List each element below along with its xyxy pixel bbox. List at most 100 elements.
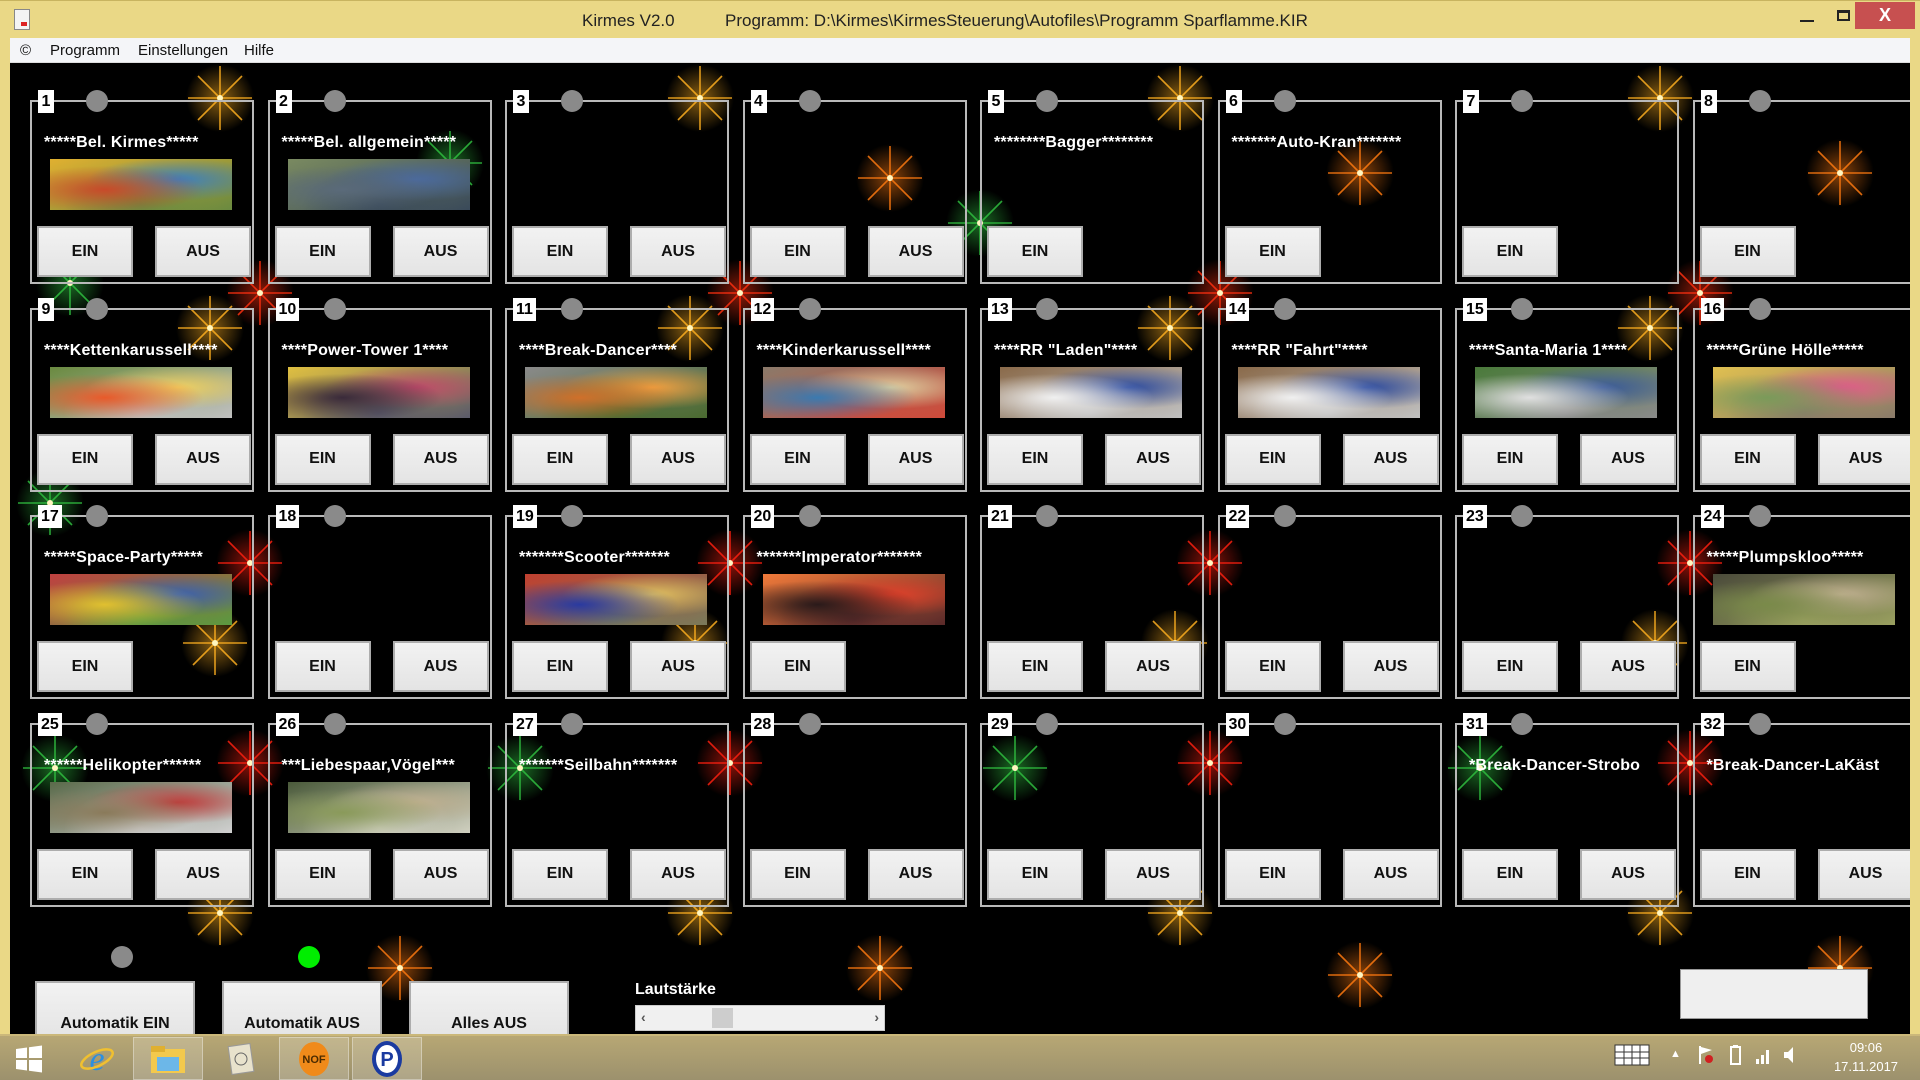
ein-button[interactable]: EIN <box>274 641 371 692</box>
scroll-left-icon[interactable]: ‹ <box>641 1009 646 1025</box>
taskbar-internet-explorer[interactable]: e <box>62 1037 132 1080</box>
ein-button[interactable]: EIN <box>274 433 371 485</box>
ein-button[interactable]: EIN <box>1699 433 1796 485</box>
channel-title: *****Plumpskloo***** <box>1706 549 1864 566</box>
aus-button[interactable]: AUS <box>1342 848 1439 900</box>
channel-status-led <box>323 90 346 112</box>
volume-scrollbar[interactable]: ‹ › <box>635 1005 885 1031</box>
ein-button[interactable]: EIN <box>987 433 1083 485</box>
aus-button[interactable]: AUS <box>867 848 964 900</box>
aus-button[interactable]: AUS <box>1817 848 1910 900</box>
ein-button[interactable]: EIN <box>1699 848 1796 900</box>
action-center-flag-icon[interactable] <box>1697 1044 1715 1070</box>
volume-thumb[interactable] <box>711 1008 733 1028</box>
aus-button[interactable]: AUS <box>1817 433 1910 485</box>
channel-number: 9 <box>38 297 54 321</box>
channel-number: 1 <box>38 90 54 113</box>
ein-button[interactable]: EIN <box>1699 226 1796 277</box>
ein-button[interactable]: EIN <box>987 641 1083 692</box>
channel-number: 10 <box>275 297 300 321</box>
channel-status-led <box>798 297 821 320</box>
ein-button[interactable]: EIN <box>274 848 371 900</box>
automatik-aus-button[interactable]: Automatik AUS <box>222 981 382 1034</box>
aus-button[interactable]: AUS <box>1342 641 1439 692</box>
menu-copyright[interactable]: © <box>20 42 31 59</box>
clock[interactable]: 09:06 17.11.2017 <box>1820 1038 1912 1076</box>
aus-button[interactable]: AUS <box>392 848 489 900</box>
ein-button[interactable]: EIN <box>1462 226 1558 277</box>
aus-button[interactable]: AUS <box>867 226 964 277</box>
aus-button[interactable]: AUS <box>155 848 251 900</box>
ein-button[interactable]: EIN <box>1462 641 1558 692</box>
aus-button[interactable]: AUS <box>1580 641 1676 692</box>
ein-button[interactable]: EIN <box>512 848 608 900</box>
ein-button[interactable]: EIN <box>1462 433 1558 485</box>
aus-button[interactable]: AUS <box>392 433 489 485</box>
menu-hilfe[interactable]: Hilfe <box>244 42 274 59</box>
ein-button[interactable]: EIN <box>512 226 608 277</box>
channel-status-led <box>798 505 821 527</box>
aus-button[interactable]: AUS <box>1342 433 1439 485</box>
channel-status-led <box>323 712 346 735</box>
aus-button[interactable]: AUS <box>1105 433 1201 485</box>
aus-button[interactable]: AUS <box>867 433 964 485</box>
ein-button[interactable]: EIN <box>274 226 371 277</box>
ein-button[interactable]: EIN <box>512 433 608 485</box>
menu-einstellungen[interactable]: Einstellungen <box>138 42 228 59</box>
channel-status-led <box>1511 505 1533 527</box>
volume-speaker-icon[interactable] <box>1782 1044 1800 1070</box>
taskbar-kirmes-app[interactable] <box>206 1037 276 1080</box>
taskbar-file-explorer[interactable] <box>133 1037 203 1080</box>
ein-button[interactable]: EIN <box>37 433 133 485</box>
battery-icon[interactable] <box>1726 1044 1744 1070</box>
ride-photo <box>50 366 232 418</box>
channel-number: 5 <box>988 90 1004 113</box>
ein-button[interactable]: EIN <box>1224 641 1321 692</box>
menu-programm[interactable]: Programm <box>50 42 120 59</box>
aus-button[interactable]: AUS <box>392 226 489 277</box>
show-hidden-icons-icon[interactable]: ▲ <box>1670 1048 1681 1060</box>
aus-button[interactable]: AUS <box>1105 641 1201 692</box>
ein-button[interactable]: EIN <box>1224 226 1321 277</box>
ein-button[interactable]: EIN <box>37 848 133 900</box>
ein-button[interactable]: EIN <box>749 433 846 485</box>
aus-button[interactable]: AUS <box>630 848 726 900</box>
taskbar-p-app[interactable]: P <box>352 1037 422 1080</box>
channel-status-led <box>1748 90 1771 112</box>
channel-panel: 24 *****Plumpskloo***** EIN <box>1692 505 1910 699</box>
aus-button[interactable]: AUS <box>1105 848 1201 900</box>
taskbar-nof-app[interactable]: NOF <box>279 1037 349 1080</box>
start-button[interactable] <box>0 1037 58 1080</box>
aus-button[interactable]: AUS <box>155 433 251 485</box>
ein-button[interactable]: EIN <box>1462 848 1558 900</box>
ein-button[interactable]: EIN <box>749 226 846 277</box>
app-document-icon[interactable] <box>14 9 30 30</box>
network-signal-icon[interactable] <box>1754 1044 1772 1070</box>
ein-button[interactable]: EIN <box>37 226 133 277</box>
ein-button[interactable]: EIN <box>1224 433 1321 485</box>
close-button[interactable]: X <box>1855 2 1915 29</box>
channel-number: 31 <box>1463 712 1487 736</box>
minimize-button[interactable] <box>1790 2 1824 29</box>
aus-button[interactable]: AUS <box>392 641 489 692</box>
ein-button[interactable]: EIN <box>749 848 846 900</box>
keyboard-icon[interactable] <box>1614 1044 1650 1070</box>
aus-button[interactable]: AUS <box>630 641 726 692</box>
ein-button[interactable]: EIN <box>987 848 1083 900</box>
scroll-right-icon[interactable]: › <box>874 1009 879 1025</box>
aus-button[interactable]: AUS <box>630 226 726 277</box>
ein-button[interactable]: EIN <box>37 641 133 692</box>
aus-button[interactable]: AUS <box>1580 848 1676 900</box>
ein-button[interactable]: EIN <box>749 641 846 692</box>
ride-photo <box>1712 366 1895 418</box>
ein-button[interactable]: EIN <box>1699 641 1796 692</box>
ein-button[interactable]: EIN <box>987 226 1083 277</box>
ein-button[interactable]: EIN <box>1224 848 1321 900</box>
aus-button[interactable]: AUS <box>1580 433 1676 485</box>
aus-button[interactable]: AUS <box>155 226 251 277</box>
alles-aus-button[interactable]: Alles AUS <box>409 981 569 1034</box>
automatik-ein-button[interactable]: Automatik EIN <box>35 981 195 1034</box>
aus-button[interactable]: AUS <box>630 433 726 485</box>
ein-button[interactable]: EIN <box>512 641 608 692</box>
channel-number: 13 <box>988 297 1012 321</box>
